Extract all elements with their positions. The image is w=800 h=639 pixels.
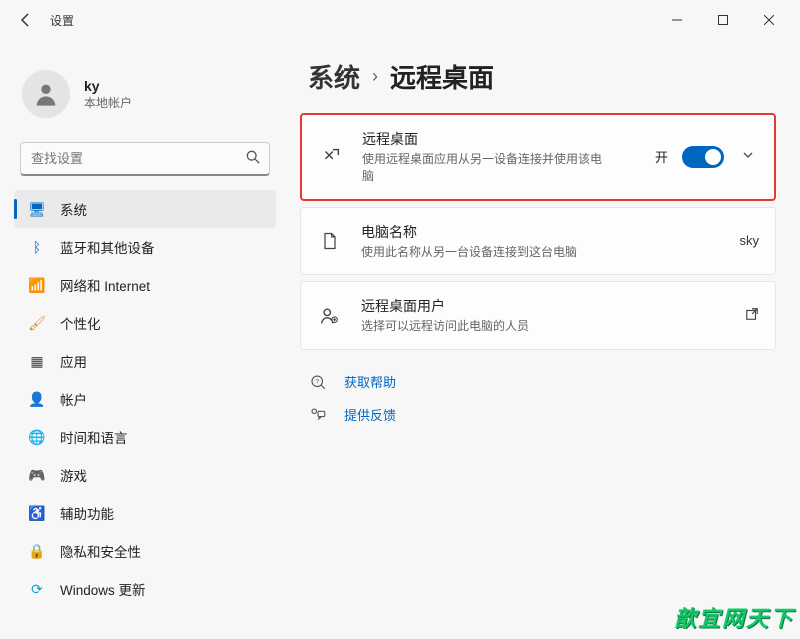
card-remote-desktop[interactable]: 远程桌面 使用远程桌面应用从另一设备连接并使用该电脑 开 (300, 113, 776, 201)
search-icon (246, 150, 260, 167)
document-icon (317, 231, 343, 251)
avatar (22, 70, 70, 118)
nav-label: Windows 更新 (60, 579, 146, 599)
nav-icon: 🎮 (28, 467, 46, 484)
users-icon (317, 305, 343, 327)
nav-label: 辅助功能 (60, 503, 114, 523)
nav-list: 🖥 系统 ᛒ 蓝牙和其他设备 📶 网络和 Internet 🖌 个性化 ▦ 应用 👤 帐户 🌐 时间和语言… (8, 190, 282, 608)
main-content: 系统 › 远程桌面 远程桌面 使用远程桌面应用从另一设备连接并使用该电脑 开 (290, 40, 800, 639)
card-title: 远程桌面 (362, 129, 637, 149)
sidebar-item-8[interactable]: ♿ 辅助功能 (14, 494, 276, 532)
sidebar-item-7[interactable]: 🎮 游戏 (14, 456, 276, 494)
sidebar-item-9[interactable]: 🔒 隐私和安全性 (14, 532, 276, 570)
sidebar-item-4[interactable]: ▦ 应用 (14, 342, 276, 380)
nav-icon: ▦ (28, 353, 46, 370)
nav-label: 个性化 (60, 313, 101, 333)
pc-name-value: sky (740, 233, 760, 248)
link-get-help[interactable]: ? 获取帮助 (308, 372, 776, 391)
toggle-label: 开 (655, 147, 668, 166)
remote-desktop-toggle[interactable] (682, 146, 724, 168)
nav-label: 网络和 Internet (60, 275, 150, 295)
sidebar-item-2[interactable]: 📶 网络和 Internet (14, 266, 276, 304)
window-title: 设置 (50, 12, 74, 29)
user-block[interactable]: ky 本地帐户 (8, 58, 282, 138)
sidebar-item-0[interactable]: 🖥 系统 (14, 190, 276, 228)
sidebar-item-3[interactable]: 🖌 个性化 (14, 304, 276, 342)
nav-icon: 📶 (28, 277, 46, 294)
chevron-right-icon: › (372, 66, 378, 87)
search-input[interactable] (20, 142, 270, 176)
nav-icon: 🖌 (28, 315, 46, 332)
nav-icon: 🖥 (28, 201, 46, 218)
nav-icon: 🔒 (28, 543, 46, 560)
maximize-button[interactable] (700, 4, 746, 36)
card-remote-users[interactable]: 远程桌面用户 选择可以远程访问此电脑的人员 (300, 281, 776, 350)
nav-icon: 👤 (28, 391, 46, 408)
sidebar-item-1[interactable]: ᛒ 蓝牙和其他设备 (14, 228, 276, 266)
close-button[interactable] (746, 4, 792, 36)
user-subtitle: 本地帐户 (84, 94, 132, 111)
nav-icon: 🌐 (28, 429, 46, 446)
nav-icon: ᛒ (28, 239, 46, 255)
sidebar: ky 本地帐户 🖥 系统 ᛒ 蓝牙和其他设备 📶 网络和 Internet 🖌 个性化 ▦ 应用 👤… (0, 40, 290, 639)
card-desc: 选择可以远程访问此电脑的人员 (361, 318, 727, 335)
help-icon: ? (308, 373, 328, 391)
card-title: 远程桌面用户 (361, 296, 727, 316)
nav-label: 帐户 (60, 389, 87, 409)
open-external-icon[interactable] (745, 307, 759, 324)
nav-label: 时间和语言 (60, 427, 128, 447)
nav-label: 游戏 (60, 465, 87, 485)
breadcrumb-leaf: 远程桌面 (390, 58, 494, 95)
back-button[interactable] (8, 2, 44, 38)
nav-label: 蓝牙和其他设备 (60, 237, 155, 257)
sidebar-item-10[interactable]: ⟳ Windows 更新 (14, 570, 276, 608)
user-name: ky (84, 78, 132, 94)
nav-label: 应用 (60, 351, 87, 371)
feedback-icon (308, 406, 328, 424)
card-pc-name[interactable]: 电脑名称 使用此名称从另一台设备连接到这台电脑 sky (300, 207, 776, 276)
remote-desktop-icon (318, 146, 344, 168)
nav-icon: ♿ (28, 505, 46, 522)
card-desc: 使用此名称从另一台设备连接到这台电脑 (361, 244, 722, 261)
chevron-down-icon[interactable] (738, 145, 758, 168)
card-desc: 使用远程桌面应用从另一设备连接并使用该电脑 (362, 151, 602, 185)
breadcrumb: 系统 › 远程桌面 (308, 58, 776, 95)
sidebar-item-6[interactable]: 🌐 时间和语言 (14, 418, 276, 456)
link-label: 提供反馈 (344, 405, 396, 424)
nav-label: 系统 (60, 199, 87, 219)
card-title: 电脑名称 (361, 222, 722, 242)
svg-text:?: ? (315, 378, 319, 385)
titlebar: 设置 (0, 0, 800, 40)
nav-icon: ⟳ (28, 581, 46, 598)
link-give-feedback[interactable]: 提供反馈 (308, 405, 776, 424)
sidebar-item-5[interactable]: 👤 帐户 (14, 380, 276, 418)
minimize-button[interactable] (654, 4, 700, 36)
nav-label: 隐私和安全性 (60, 541, 141, 561)
breadcrumb-root[interactable]: 系统 (308, 58, 360, 95)
link-label: 获取帮助 (344, 372, 396, 391)
